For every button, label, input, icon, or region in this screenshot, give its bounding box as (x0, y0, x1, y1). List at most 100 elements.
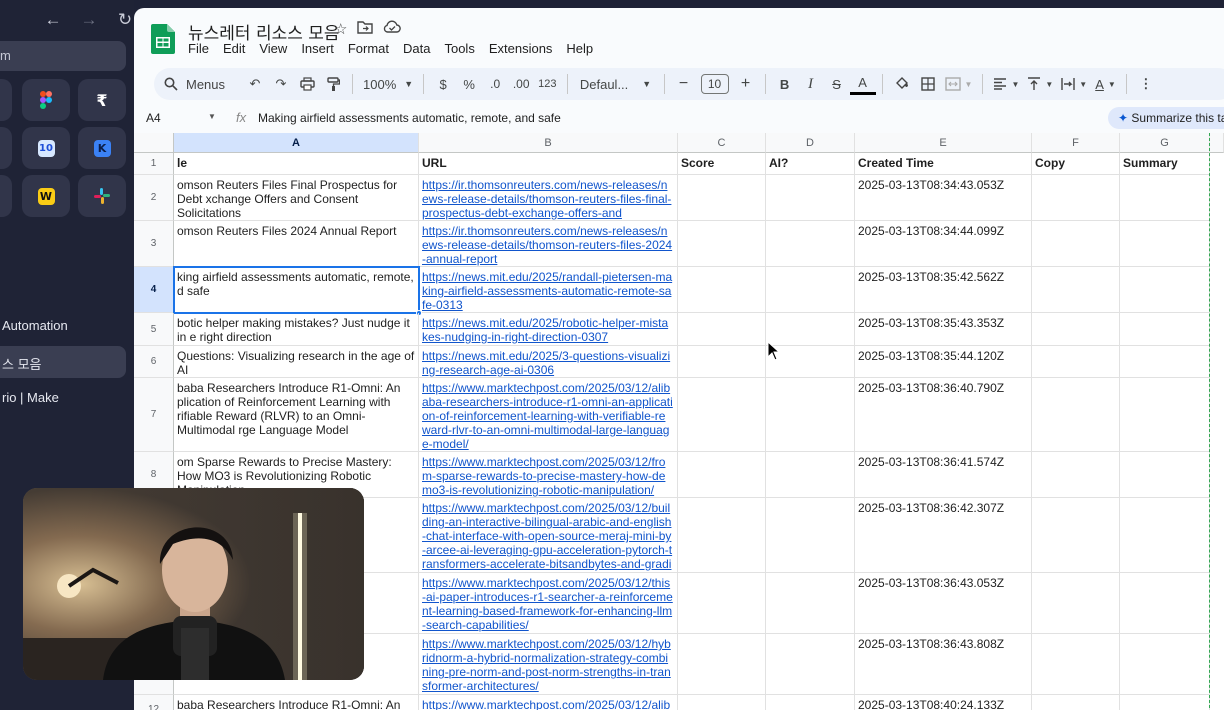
row-header[interactable]: 4 (134, 267, 174, 313)
vertical-align-button[interactable]: ▼ (1023, 68, 1057, 100)
sidebar-item-newsletter[interactable]: 스 모음 (0, 346, 126, 378)
url-link[interactable]: https://www.marktechpost.com/2025/03/12/… (419, 378, 678, 452)
ai-cell[interactable] (766, 221, 855, 267)
score-cell[interactable] (678, 267, 766, 313)
column-header-a[interactable]: A (174, 133, 419, 153)
percent-button[interactable]: % (456, 68, 482, 100)
app-tile-10[interactable]: 10 (22, 127, 70, 169)
score-cell[interactable] (678, 452, 766, 498)
move-folder-icon[interactable] (357, 20, 374, 34)
row-header[interactable]: 6 (134, 346, 174, 378)
sidebar-item-automation[interactable]: Automation (0, 310, 126, 342)
copy-cell[interactable] (1032, 695, 1120, 710)
created-time-cell[interactable]: 2025-03-13T08:36:42.307Z (855, 498, 1032, 573)
column-header-f[interactable]: F (1032, 133, 1120, 153)
summary-cell[interactable] (1120, 378, 1210, 452)
ai-cell[interactable] (766, 175, 855, 221)
title-cell[interactable]: omson Reuters Files 2024 Annual Report (174, 221, 419, 267)
app-tile[interactable] (0, 79, 12, 121)
row-header[interactable]: 1 (134, 153, 174, 175)
copy-cell[interactable] (1032, 221, 1120, 267)
menu-tools[interactable]: Tools (444, 41, 474, 56)
column-header[interactable] (1210, 133, 1224, 153)
menu-view[interactable]: View (259, 41, 287, 56)
row-header[interactable]: 3 (134, 221, 174, 267)
score-cell[interactable] (678, 695, 766, 710)
title-cell[interactable]: king airfield assessments automatic, rem… (174, 267, 419, 313)
menu-help[interactable]: Help (566, 41, 593, 56)
star-icon[interactable]: ☆ (334, 20, 347, 38)
summary-cell[interactable] (1120, 346, 1210, 378)
created-time-cell[interactable]: 2025-03-13T08:36:43.808Z (855, 634, 1032, 695)
summary-cell[interactable] (1120, 221, 1210, 267)
ai-cell[interactable] (766, 378, 855, 452)
number-format-button[interactable]: 123 (534, 68, 560, 100)
created-time-cell[interactable]: 2025-03-13T08:36:41.574Z (855, 452, 1032, 498)
url-link[interactable]: https://www.marktechpost.com/2025/03/12/… (419, 634, 678, 695)
copy-cell[interactable] (1032, 378, 1120, 452)
summary-cell[interactable] (1120, 267, 1210, 313)
formula-input[interactable]: Making airfield assessments automatic, r… (258, 111, 561, 125)
name-box[interactable]: A4 ▼ (146, 111, 226, 125)
app-tile-t[interactable]: ₹ (78, 79, 126, 121)
forward-icon[interactable]: → (80, 10, 98, 30)
paint-format-button[interactable] (320, 68, 346, 100)
url-link[interactable]: https://www.marktechpost.com/2025/03/12/… (419, 695, 678, 710)
undo-button[interactable]: ↶ (242, 68, 268, 100)
url-link[interactable]: https://news.mit.edu/2025/3-questions-vi… (419, 346, 678, 378)
title-cell[interactable]: botic helper making mistakes? Just nudge… (174, 313, 419, 346)
decrease-decimal-button[interactable]: .0 (482, 68, 508, 100)
header-cell-copy[interactable]: Copy (1032, 153, 1120, 175)
text-rotation-button[interactable]: A ▼ (1091, 68, 1120, 100)
sheets-logo-icon[interactable] (151, 24, 175, 54)
summary-cell[interactable] (1120, 634, 1210, 695)
row-header[interactable]: 7 (134, 378, 174, 452)
merge-cells-button[interactable]: ▼ (941, 68, 977, 100)
menu-edit[interactable]: Edit (223, 41, 245, 56)
created-time-cell[interactable]: 2025-03-13T08:35:43.353Z (855, 313, 1032, 346)
ai-cell[interactable] (766, 452, 855, 498)
header-cell-le[interactable]: le (174, 153, 419, 175)
font-size-field[interactable]: 10 (697, 68, 733, 100)
text-color-button[interactable]: A (849, 73, 876, 95)
sidebar-item-make[interactable]: rio | Make (0, 382, 126, 414)
app-tile-w[interactable]: W (22, 175, 70, 217)
copy-cell[interactable] (1032, 175, 1120, 221)
score-cell[interactable] (678, 221, 766, 267)
back-icon[interactable]: ← (44, 10, 62, 30)
app-tile-k[interactable]: K (78, 127, 126, 169)
currency-button[interactable]: $ (430, 68, 456, 100)
font-select[interactable]: Defaul... ▼ (574, 68, 658, 100)
ai-cell[interactable] (766, 573, 855, 634)
menu-data[interactable]: Data (403, 41, 430, 56)
column-header-b[interactable]: B (419, 133, 678, 153)
column-header-g[interactable]: G (1120, 133, 1210, 153)
created-time-cell[interactable]: 2025-03-13T08:34:43.053Z (855, 175, 1032, 221)
reload-icon[interactable]: ↻ (116, 10, 134, 30)
column-header-d[interactable]: D (766, 133, 855, 153)
cloud-status-icon[interactable] (383, 20, 402, 34)
header-cell-url[interactable]: URL (419, 153, 678, 175)
horizontal-align-button[interactable]: ▼ (989, 68, 1023, 100)
score-cell[interactable] (678, 573, 766, 634)
column-header-e[interactable]: E (855, 133, 1032, 153)
title-cell[interactable]: Questions: Visualizing research in the a… (174, 346, 419, 378)
summarize-button[interactable]: ✦ Summarize this ta (1108, 107, 1224, 129)
print-button[interactable] (294, 68, 320, 100)
menu-extensions[interactable]: Extensions (489, 41, 553, 56)
created-time-cell[interactable]: 2025-03-13T08:40:24.133Z (855, 695, 1032, 710)
header-cell-ai[interactable]: AI? (766, 153, 855, 175)
url-link[interactable]: https://news.mit.edu/2025/randall-pieter… (419, 267, 678, 313)
copy-cell[interactable] (1032, 573, 1120, 634)
copy-cell[interactable] (1032, 313, 1120, 346)
url-link[interactable]: https://www.marktechpost.com/2025/03/12/… (419, 498, 678, 573)
url-link[interactable]: https://www.marktechpost.com/2025/03/12/… (419, 573, 678, 634)
copy-cell[interactable] (1032, 634, 1120, 695)
header-cell-created-time[interactable]: Created Time (855, 153, 1032, 175)
title-cell[interactable]: baba Researchers Introduce R1-Omni: An (174, 695, 419, 710)
score-cell[interactable] (678, 378, 766, 452)
menu-insert[interactable]: Insert (301, 41, 334, 56)
more-options-button[interactable]: ⋮ (1133, 68, 1159, 100)
url-link[interactable]: https://news.mit.edu/2025/robotic-helper… (419, 313, 678, 346)
score-cell[interactable] (678, 175, 766, 221)
